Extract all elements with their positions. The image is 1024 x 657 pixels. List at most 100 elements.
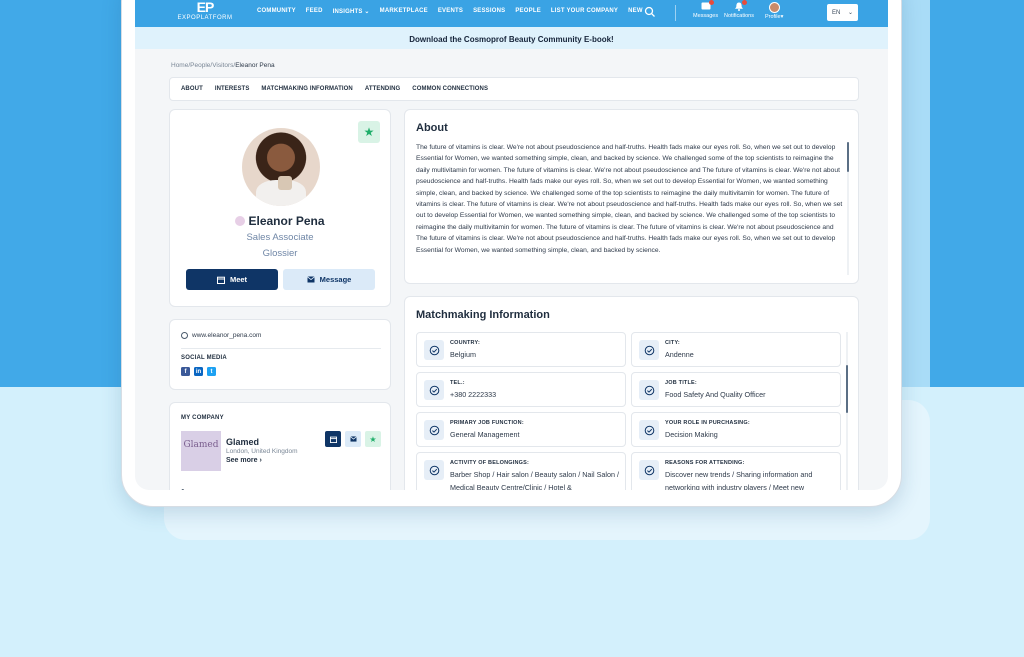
meet-button[interactable]: Meet <box>186 269 278 290</box>
match-label: JOB TITLE: <box>665 380 697 386</box>
matchmaking-card: Matchmaking Information COUNTRY: Belgium… <box>404 296 859 490</box>
match-value: Discover new trends / Sharing informatio… <box>665 470 813 490</box>
match-item-country: COUNTRY: Belgium <box>416 332 626 367</box>
nav-item-list-your-company[interactable]: LIST YOUR COMPANY <box>551 8 618 15</box>
twitter-icon[interactable]: t <box>207 367 216 376</box>
notifications-badge <box>741 0 747 5</box>
message-icon <box>701 0 714 11</box>
about-text: The future of vitamins is clear. We're n… <box>416 144 843 254</box>
match-item-reasons: REASONS FOR ATTENDING: Discover new tren… <box>631 452 841 490</box>
bell-icon <box>734 0 747 11</box>
app-screen: EP EXPOPLATFORM COMMUNITY FEED INSIGHTS … <box>135 0 888 490</box>
background-strip <box>902 0 930 387</box>
expoplatform-logo[interactable]: EP EXPOPLATFORM <box>174 0 236 23</box>
tab-attending[interactable]: ATTENDING <box>365 86 400 92</box>
banner-text: Download the Cosmoprof Beauty Community … <box>409 35 614 44</box>
check-circle-icon <box>424 340 444 360</box>
linkedin-icon[interactable]: in <box>194 367 203 376</box>
match-label: ACTIVITY OF BELONGINGS: <box>450 460 530 466</box>
message-label: Message <box>319 275 352 284</box>
match-item-role-in-purchasing: YOUR ROLE IN PURCHASING: Decision Making <box>631 412 841 447</box>
company-location: London, United Kingdom <box>226 448 298 455</box>
profile-company[interactable]: Glossier <box>170 248 390 259</box>
profile-name: Eleanor Pena <box>170 214 390 228</box>
matchmaking-scrollbar-thumb[interactable] <box>846 365 848 413</box>
see-more-label: See more <box>226 457 258 464</box>
nav-item-insights-label: INSIGHTS <box>332 9 363 15</box>
language-value: EN <box>832 9 841 16</box>
tab-about[interactable]: ABOUT <box>181 86 203 92</box>
website-link[interactable]: www.eleanor_pena.com <box>181 332 261 339</box>
tab-matchmaking-information[interactable]: MATCHMAKING INFORMATION <box>261 86 352 92</box>
match-value: Belgium <box>450 350 476 359</box>
star-icon: ★ <box>363 125 375 139</box>
breadcrumb-people[interactable]: People/ <box>190 62 212 69</box>
facebook-icon[interactable]: f <box>181 367 190 376</box>
match-label: COUNTRY: <box>450 340 481 346</box>
match-item-city: CITY: Andenne <box>631 332 841 367</box>
profile-card: ★ Eleanor Pena Sales Associate Glossier … <box>169 109 391 307</box>
breadcrumb-visitors[interactable]: Visitors/ <box>212 62 235 69</box>
visitor-badge-icon <box>235 216 246 226</box>
see-more-link[interactable]: See more › <box>226 457 262 464</box>
matchmaking-title: Matchmaking Information <box>416 309 550 321</box>
check-circle-icon <box>639 460 659 480</box>
match-label: TEL.: <box>450 380 465 386</box>
company-meet-button[interactable] <box>325 431 341 447</box>
about-scrollbar-thumb[interactable] <box>847 142 849 172</box>
profile-role: Sales Associate <box>246 232 314 243</box>
tab-common-connections[interactable]: COMMON CONNECTIONS <box>412 86 488 92</box>
meet-label: Meet <box>229 275 248 284</box>
nav-item-events[interactable]: EVENTS <box>438 8 463 15</box>
company-message-button[interactable] <box>345 431 361 447</box>
company-name[interactable]: Glamed <box>226 437 259 447</box>
my-company-label: MY COMPANY <box>181 415 224 421</box>
top-navigation: EP EXPOPLATFORM COMMUNITY FEED INSIGHTS … <box>135 0 888 27</box>
avatar <box>768 2 780 13</box>
check-circle-icon <box>639 340 659 360</box>
chevron-down-icon: ⌄ <box>847 10 853 16</box>
match-value: Barber Shop / Hair salon / Beauty salon … <box>450 470 619 490</box>
nav-item-marketplace[interactable]: MARKETPLACE <box>380 8 428 15</box>
match-value: Andenne <box>665 350 694 359</box>
company-logo[interactable]: Glamed <box>181 431 221 471</box>
check-circle-icon <box>424 460 444 480</box>
nav-item-insights[interactable]: INSIGHTS ⌄ <box>333 8 370 15</box>
message-button[interactable]: Message <box>283 269 375 290</box>
tab-interests[interactable]: INTERESTS <box>215 86 250 92</box>
favorite-button[interactable]: ★ <box>358 121 380 143</box>
notifications-button[interactable]: Notifications <box>724 0 754 19</box>
messages-badge <box>708 0 714 5</box>
nav-item-sessions[interactable]: SESSIONS <box>473 8 505 15</box>
website-text: www.eleanor_pena.com <box>192 332 262 339</box>
messages-button[interactable]: Messages <box>693 0 719 19</box>
breadcrumb: Home/People/Visitors/Eleanor Pena <box>171 62 275 69</box>
ebook-banner[interactable]: Download the Cosmoprof Beauty Community … <box>135 27 888 49</box>
match-value: Decision Making <box>665 430 718 439</box>
nav-separator <box>675 5 676 21</box>
search-icon[interactable] <box>644 6 656 18</box>
divider <box>181 348 381 349</box>
match-value: Food Safety And Quality Officer <box>665 390 766 399</box>
nav-item-feed[interactable]: FEED <box>306 8 323 15</box>
breadcrumb-home[interactable]: Home/ <box>171 62 190 69</box>
star-icon: ★ <box>369 434 377 444</box>
nav-item-community[interactable]: COMMUNITY <box>257 8 296 15</box>
match-label: CITY: <box>665 340 680 346</box>
nav-item-new[interactable]: NEW <box>628 8 643 15</box>
language-select[interactable]: EN ⌄ <box>827 4 858 21</box>
check-circle-icon <box>639 380 659 400</box>
logo-mark: EP <box>196 0 215 15</box>
company-favorite-button[interactable]: ★ <box>365 431 381 447</box>
contact-card: www.eleanor_pena.com SOCIAL MEDIA f in t <box>169 319 391 390</box>
match-item-job-title: JOB TITLE: Food Safety And Quality Offic… <box>631 372 841 407</box>
messages-label: Messages <box>693 13 719 19</box>
chevron-right-icon: › <box>259 457 262 464</box>
about-card: About The future of vitamins is clear. W… <box>404 109 859 284</box>
avatar-mug <box>278 176 292 190</box>
my-company-card: MY COMPANY Glamed Glamed London, United … <box>169 402 391 490</box>
check-circle-icon <box>639 420 659 440</box>
social-links: f in t <box>181 367 216 376</box>
nav-item-people[interactable]: PEOPLE <box>515 8 541 15</box>
profile-menu[interactable]: Profile▾ <box>765 2 783 20</box>
